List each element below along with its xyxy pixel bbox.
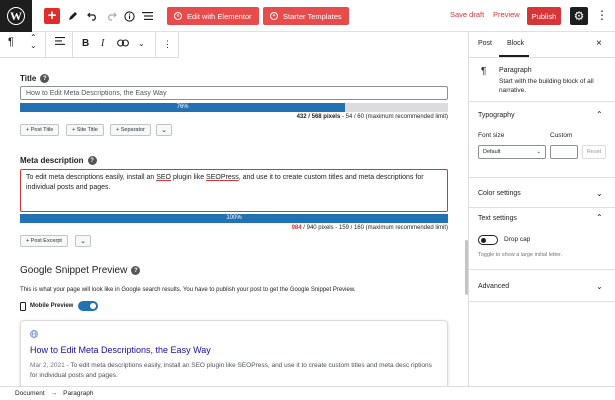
starter-templates-button[interactable]: ✦ Starter Templates <box>263 7 349 25</box>
drop-cap-help: Toggle to show a large initial letter. <box>478 252 563 258</box>
list-view-icon[interactable] <box>142 7 153 25</box>
chevron-down-icon[interactable]: ⌄ <box>596 282 603 291</box>
snippet-title-link[interactable]: How to Edit Meta Descriptions, the Easy … <box>30 345 211 355</box>
snippet-preview-heading: Google Snippet Preview? <box>20 265 141 276</box>
redo-icon[interactable] <box>106 7 117 25</box>
title-progress-fill: 76% <box>20 103 346 112</box>
link-icon[interactable] <box>117 38 129 50</box>
meta-progress-bar: 100% <box>20 214 448 223</box>
elementor-label: Edit with Elementor <box>187 11 252 21</box>
close-icon[interactable]: × <box>596 38 602 49</box>
post-excerpt-chip[interactable]: + Post Excerpt <box>20 235 68 247</box>
drop-cap-toggle[interactable] <box>478 235 498 245</box>
help-icon[interactable]: ? <box>131 266 141 275</box>
sidebar-tabs: Post Block × <box>469 32 615 58</box>
info-icon[interactable] <box>124 7 135 25</box>
post-title-chip[interactable]: + Post Title <box>20 124 60 136</box>
meta-more-tags-chevron-icon[interactable]: ⌄ <box>75 235 91 247</box>
drop-cap-label: Drop cap <box>504 236 531 243</box>
title-field-label: Title? <box>20 74 50 83</box>
chevron-down-icon: ⌄ <box>536 149 541 155</box>
pencil-icon[interactable] <box>68 7 78 25</box>
snippet-description: Mar 2, 2021 - To edit meta descriptions … <box>30 362 432 379</box>
save-draft-button[interactable]: Save draft <box>450 10 484 19</box>
breadcrumb-document[interactable]: Document <box>15 390 45 397</box>
add-block-button[interactable]: + <box>44 8 60 24</box>
elementor-icon: e <box>174 12 182 20</box>
italic-icon[interactable]: I <box>101 38 104 49</box>
paragraph-icon[interactable]: ¶ <box>8 36 14 48</box>
undo-icon[interactable] <box>87 7 98 25</box>
starter-templates-icon: ✦ <box>270 12 278 20</box>
options-kebab-icon[interactable]: ⋮ <box>596 8 608 22</box>
publish-button[interactable]: Publish <box>527 7 561 25</box>
preview-button[interactable]: Preview <box>493 10 520 19</box>
editor-canvas: Title? How to Edit Meta Descriptions, th… <box>0 58 468 386</box>
tab-block[interactable]: Block <box>507 40 524 47</box>
paragraph-block-icon: ¶ <box>481 66 487 77</box>
title-more-tags-chevron-icon[interactable]: ⌄ <box>156 124 172 136</box>
block-toolbar: ¶ ⌃ ⌄ B I ⌄ ⋮ <box>0 32 179 58</box>
meta-counter: 984 / 940 pixels - 159 / 160 (maximum re… <box>291 225 448 231</box>
title-progress-bar: 76% <box>20 103 448 112</box>
starter-templates-label: Starter Templates <box>283 11 342 21</box>
more-rich-text-chevron-icon[interactable]: ⌄ <box>138 39 145 48</box>
breadcrumb-separator: → <box>50 390 58 397</box>
custom-font-size-input[interactable] <box>550 145 578 159</box>
typography-panel-title[interactable]: Typography <box>478 112 515 119</box>
chevron-down-icon[interactable]: ⌄ <box>596 189 603 198</box>
meta-progress-fill: 100% <box>20 214 448 223</box>
color-settings-panel-title[interactable]: Color settings <box>478 190 521 197</box>
wordpress-logo-icon[interactable]: W <box>0 0 32 32</box>
snippet-note: This is what your page will look like in… <box>20 287 356 293</box>
move-up-down-icon[interactable]: ⌃ ⌄ <box>30 34 37 50</box>
block-name: Paragraph <box>499 67 532 74</box>
reset-button[interactable]: Reset <box>582 145 606 159</box>
site-title-chip[interactable]: + Site Title <box>66 124 104 136</box>
font-size-label: Font size <box>478 132 505 139</box>
block-description: Start with the building block of all nar… <box>499 78 594 94</box>
advanced-panel-title[interactable]: Advanced <box>478 283 509 290</box>
mobile-preview-toggle[interactable] <box>78 301 99 311</box>
top-toolbar: W + e Edit with Elementor ✦ Starter Temp… <box>0 0 615 32</box>
help-icon[interactable]: ? <box>87 156 97 165</box>
meta-description-label: Meta description? <box>20 156 97 165</box>
settings-sidebar: Post Block × ¶ Paragraph Start with the … <box>468 32 615 386</box>
align-left-icon[interactable] <box>55 36 65 49</box>
edit-with-elementor-button[interactable]: e Edit with Elementor <box>167 7 259 25</box>
meta-description-textarea[interactable]: To edit meta descriptions easily, instal… <box>20 169 448 212</box>
chevron-up-icon[interactable]: ⌃ <box>596 110 603 119</box>
globe-icon <box>30 330 38 338</box>
bold-icon[interactable]: B <box>82 38 89 49</box>
block-options-kebab-icon[interactable]: ⋮ <box>163 39 172 50</box>
block-breadcrumb: Document → Paragraph <box>0 386 615 400</box>
font-size-select[interactable]: Default ⌄ <box>478 145 546 159</box>
chevron-up-icon[interactable]: ⌃ <box>596 213 603 222</box>
title-counter: 432 / 568 pixels - 54 / 60 (maximum reco… <box>296 114 448 120</box>
meta-title-input[interactable]: How to Edit Meta Descriptions, the Easy … <box>20 86 448 100</box>
settings-gear-icon[interactable]: ⚙ <box>570 7 588 25</box>
mobile-preview-row: Mobile Preview <box>20 301 99 311</box>
separator-chip[interactable]: + Separator <box>110 124 151 136</box>
custom-size-label: Custom <box>550 132 573 139</box>
breadcrumb-paragraph[interactable]: Paragraph <box>63 390 93 397</box>
help-icon[interactable]: ? <box>40 74 50 83</box>
google-snippet-card: How to Edit Meta Descriptions, the Easy … <box>20 320 448 386</box>
text-settings-panel-title[interactable]: Text settings <box>478 215 517 222</box>
tab-post[interactable]: Post <box>478 40 492 47</box>
mobile-phone-icon <box>20 301 26 311</box>
